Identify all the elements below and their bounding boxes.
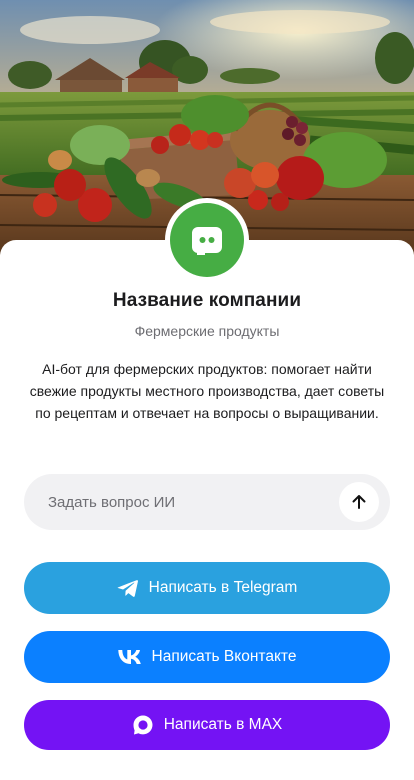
company-description: AI-бот для фермерских продуктов: помогае… (29, 361, 385, 421)
vk-button[interactable]: Написать Вконтакте (24, 631, 390, 683)
ask-ai-input[interactable] (48, 474, 348, 530)
max-button-label: Написать в MAX (163, 716, 283, 733)
avatar (165, 198, 249, 282)
send-button[interactable] (339, 482, 379, 522)
company-category: Фермерские продукты (134, 323, 280, 339)
vk-button-label: Написать Вконтакте (151, 648, 297, 665)
max-icon (132, 714, 154, 736)
company-name: Название компании (112, 290, 302, 311)
ask-ai-field (24, 474, 390, 530)
avatar-circle (170, 203, 244, 277)
telegram-button-label: Написать в Telegram (148, 579, 298, 596)
chat-bot-icon (192, 227, 222, 255)
vk-icon (117, 650, 142, 664)
telegram-button[interactable]: Написать в Telegram (24, 562, 390, 614)
arrow-up-icon (352, 495, 366, 509)
telegram-icon (117, 578, 139, 598)
max-button[interactable]: Написать в MAX (24, 700, 390, 750)
